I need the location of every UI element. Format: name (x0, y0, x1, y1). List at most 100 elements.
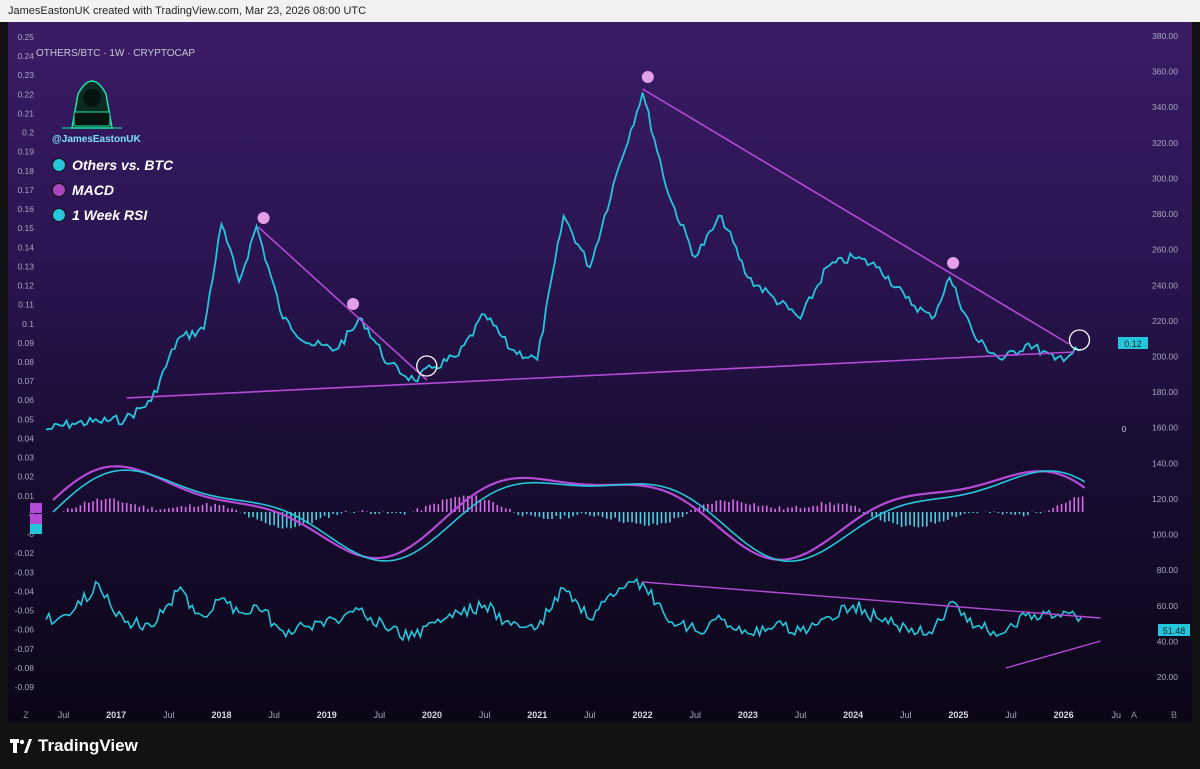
x-axis-tick: Jul (900, 710, 912, 720)
rsi-resistance-trendline (642, 581, 1101, 619)
peak-marker (947, 257, 960, 269)
x-axis-tick: Jul (374, 710, 386, 720)
left-axis-tick: 0.07 (17, 376, 34, 386)
price-badge-label: 0.12 (1124, 339, 1142, 349)
right-axis-tick: 120.00 (1152, 494, 1178, 504)
macd-zero-badge (30, 503, 42, 513)
left-axis-tick: 0.03 (17, 453, 34, 463)
right-axis-tick: 20.00 (1157, 672, 1179, 682)
left-axis-tick: 0.05 (17, 414, 34, 424)
right-axis-tick: 180.00 (1152, 387, 1178, 397)
symbol-label: OTHERS/BTC · 1W · CRYPTOCAP (36, 48, 196, 59)
x-axis-tick: Jul (163, 710, 175, 720)
left-axis-tick: 0.16 (17, 204, 34, 214)
right-axis-tick: 160.00 (1152, 423, 1178, 433)
peak-marker (257, 212, 270, 224)
right-axis-tick: 320.00 (1152, 138, 1178, 148)
macd-zero-badge (30, 514, 42, 524)
left-axis-tick: -0.09 (15, 682, 35, 692)
left-axis-tick: -0.05 (15, 606, 35, 616)
right-axis-tick: 140.00 (1152, 458, 1178, 468)
left-axis-tick: 0.14 (17, 242, 34, 252)
auto-scale-button: A (1131, 710, 1137, 720)
hacker-avatar-logo (62, 80, 122, 129)
support-trendline (126, 351, 1075, 399)
right-axis-tick: 260.00 (1152, 245, 1178, 255)
x-axis-tick: 2020 (422, 710, 442, 720)
right-axis-tick: 360.00 (1152, 67, 1178, 77)
x-axis-tick: 2023 (738, 710, 758, 720)
left-axis-tick: 0.12 (17, 281, 34, 291)
chart-area[interactable]: 0.25 0.24 0.23 0.22 0.21 0.2 0.19 0.18 0.17 0.16 0… (8, 22, 1192, 722)
right-axis-tick: 100.00 (1152, 530, 1178, 540)
left-axis-tick: 0.2 (22, 128, 34, 138)
legend-label: 1 Week RSI (72, 207, 148, 223)
right-axis-tick: 380.00 (1152, 31, 1178, 41)
price-series-line (45, 92, 1082, 431)
left-axis-tick: 0.09 (17, 338, 34, 348)
left-axis-tick: 0.1 (22, 319, 34, 329)
left-axis-tick: -0.03 (15, 567, 35, 577)
log-scale-button: B (1171, 710, 1177, 720)
left-axis-tick: 0.08 (17, 357, 34, 367)
brand-name: TradingView (38, 736, 138, 755)
x-axis-tick: 2026 (1054, 710, 1074, 720)
right-axis-tick: 300.00 (1152, 173, 1178, 183)
rsi-support-trendline (1005, 640, 1101, 669)
breakout-circle (1068, 329, 1091, 351)
legend-item-others: Others vs. BTC (52, 157, 173, 173)
resistance-trendline-2022 (642, 88, 1070, 345)
x-axis-tick: 2025 (948, 710, 968, 720)
footer: TradingView (0, 722, 1200, 769)
left-axis-tick: -0.02 (15, 548, 35, 558)
legend-label: Others vs. BTC (72, 157, 174, 173)
chart-legend: Others vs. BTC MACD 1 Week RSI (52, 157, 173, 232)
right-axis-tick: 40.00 (1157, 636, 1179, 646)
right-axis-tick: 60.00 (1157, 601, 1179, 611)
left-axis-tick: -0.08 (15, 663, 35, 673)
left-axis-tick: 0.15 (17, 223, 34, 233)
tradingview-logo-icon (10, 739, 32, 753)
left-axis-tick: 0.01 (17, 491, 34, 501)
rsi-series-line (45, 577, 1082, 642)
author-handle: @JamesEastonUK (52, 134, 141, 145)
x-axis-tick: Jul (268, 710, 280, 720)
price-chart[interactable]: 0.250.240.230.220.210.20.190.180.170.160… (8, 22, 1192, 722)
x-axis-tick: Jul (795, 710, 807, 720)
right-axis-tick: 220.00 (1152, 316, 1178, 326)
resistance-trendline-2018 (257, 226, 428, 381)
left-axis-tick: 0.11 (18, 300, 34, 310)
x-axis-tick: Jul (479, 710, 491, 720)
peak-marker (641, 71, 654, 83)
x-axis-tick: 2021 (527, 710, 547, 720)
legend-item-rsi: 1 Week RSI (52, 207, 173, 223)
right-axis-tick: 200.00 (1152, 352, 1178, 362)
legend-label: MACD (72, 182, 114, 198)
left-axis-tick: 0.04 (17, 433, 34, 443)
legend-item-macd: MACD (52, 182, 173, 198)
macd-zero-badge (30, 524, 42, 534)
left-axis-tick: 0.22 (17, 89, 34, 99)
legend-dot-icon (52, 183, 66, 197)
x-axis-tick: Jul (1005, 710, 1017, 720)
left-axis-tick: 0.23 (17, 70, 34, 80)
right-axis-tick: 80.00 (1157, 565, 1179, 575)
left-axis-tick: 0.18 (17, 166, 34, 176)
left-axis-tick: -0.07 (15, 644, 35, 654)
x-axis-tick: 2022 (633, 710, 653, 720)
attribution-header: JamesEastonUK created with TradingView.c… (0, 0, 1200, 22)
left-axis-tick: 0.17 (17, 185, 34, 195)
right-axis-tick: 340.00 (1152, 102, 1178, 112)
chart-frame: JamesEastonUK created with TradingView.c… (0, 0, 1200, 769)
macd-zero-label: 0 (1122, 425, 1127, 434)
left-axis-tick: 0.19 (17, 147, 34, 157)
left-axis-tick: 0.13 (17, 261, 34, 271)
x-axis-tick: 2024 (843, 710, 863, 720)
tradingview-brand[interactable]: TradingView (10, 736, 138, 756)
x-axis-tick: 2017 (106, 710, 126, 720)
rsi-badge-label: 51.48 (1163, 626, 1186, 636)
x-axis-tick: Ju (1112, 710, 1122, 720)
left-axis-tick: -0.04 (15, 586, 35, 596)
left-axis-tick: -0.06 (15, 625, 35, 635)
x-axis-tick: 2018 (211, 710, 231, 720)
